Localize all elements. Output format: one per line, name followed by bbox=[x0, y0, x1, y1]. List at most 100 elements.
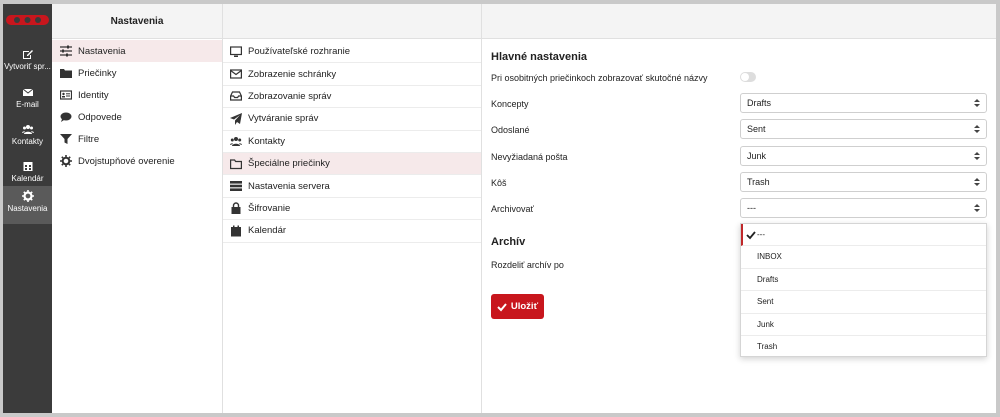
app-window: Vytvoriť spr... E-mail Kontakty Kalendár… bbox=[3, 4, 996, 413]
trash-label: Kôš bbox=[491, 178, 507, 188]
pref-special-folders[interactable]: Špeciálne priečinky bbox=[223, 152, 481, 176]
drafts-label: Koncepty bbox=[491, 99, 529, 109]
dropdown-option-inbox[interactable]: INBOX bbox=[741, 246, 986, 269]
pref-composing-messages[interactable]: Vytváranie správ bbox=[223, 108, 481, 131]
archive-dropdown-menu: --- INBOX Drafts Sent Junk Trash bbox=[740, 223, 987, 357]
id-card-icon bbox=[60, 90, 72, 100]
select-arrows-icon bbox=[974, 204, 980, 212]
select-arrows-icon bbox=[974, 99, 980, 107]
dropdown-option-junk[interactable]: Junk bbox=[741, 314, 986, 336]
drafts-select[interactable]: Drafts bbox=[740, 93, 987, 113]
junk-select[interactable]: Junk bbox=[740, 146, 987, 166]
pref-user-interface[interactable]: Používateľské rozhranie bbox=[223, 41, 481, 64]
special-folders-form: Hlavné nastavenia Pri osobitných priečin… bbox=[482, 4, 996, 413]
save-button[interactable]: Uložiť bbox=[491, 294, 544, 319]
rail-email[interactable]: E-mail bbox=[3, 82, 52, 120]
show-real-names-toggle[interactable] bbox=[740, 72, 756, 82]
dropdown-option-label: --- bbox=[757, 230, 765, 239]
save-button-label: Uložiť bbox=[510, 301, 539, 312]
dropdown-option-drafts[interactable]: Drafts bbox=[741, 269, 986, 292]
rail-contacts-label: Kontakty bbox=[11, 137, 44, 146]
rail-compose-label: Vytvoriť spr... bbox=[4, 62, 51, 71]
gear-icon bbox=[21, 190, 34, 202]
section-label: Priečinky bbox=[78, 67, 117, 79]
pref-label: Šifrovanie bbox=[248, 202, 291, 214]
dropdown-option-label: INBOX bbox=[757, 252, 782, 262]
section-label: Odpovede bbox=[78, 111, 122, 123]
section-filters[interactable]: Filtre bbox=[52, 128, 222, 150]
select-arrows-icon bbox=[974, 152, 980, 160]
preferences-list-panel: Používateľské rozhranie Zobrazenie schrá… bbox=[223, 4, 482, 413]
checkmark-icon bbox=[497, 302, 507, 311]
select-arrows-icon bbox=[974, 178, 980, 186]
envelope-icon bbox=[230, 69, 242, 79]
sent-label: Odoslané bbox=[491, 125, 530, 135]
server-icon bbox=[230, 181, 242, 192]
mail-icon bbox=[22, 88, 33, 96]
section-responses[interactable]: Odpovede bbox=[52, 106, 222, 128]
logo bbox=[6, 15, 49, 25]
calendar-icon bbox=[23, 162, 32, 171]
rail-calendar-label: Kalendár bbox=[11, 174, 44, 183]
archive-select[interactable]: --- bbox=[740, 198, 987, 218]
panel-header bbox=[223, 4, 481, 39]
section-label: Nastavenia bbox=[78, 45, 126, 57]
pref-label: Kontakty bbox=[248, 135, 285, 147]
pref-label: Vytváranie správ bbox=[248, 113, 319, 125]
paper-plane-icon bbox=[230, 112, 242, 125]
dropdown-option-trash[interactable]: Trash bbox=[741, 336, 986, 358]
archive-label: Archivovať bbox=[491, 204, 534, 214]
contacts-icon bbox=[21, 125, 34, 134]
pref-label: Zobrazovanie správ bbox=[248, 90, 332, 102]
rail-email-label: E-mail bbox=[16, 100, 39, 109]
gear-icon bbox=[60, 155, 72, 167]
split-archive-label: Rozdeliť archív po bbox=[491, 260, 564, 270]
section-main-settings-title: Hlavné nastavenia bbox=[491, 51, 587, 63]
section-preferences[interactable]: Nastavenia bbox=[52, 40, 222, 62]
form-header bbox=[482, 4, 996, 39]
panel-title: Nastavenia bbox=[52, 4, 222, 39]
show-real-names-label: Pri osobitných priečinkoch zobrazovať sk… bbox=[491, 73, 708, 83]
dropdown-option-none[interactable]: --- bbox=[741, 224, 986, 247]
sliders-icon bbox=[60, 45, 72, 57]
section-label: Filtre bbox=[78, 133, 100, 145]
filter-icon bbox=[60, 134, 72, 144]
dropdown-option-label: Drafts bbox=[757, 274, 779, 284]
section-label: Dvojstupňové overenie bbox=[78, 155, 175, 167]
dropdown-option-label: Sent bbox=[757, 297, 774, 307]
dropdown-option-sent[interactable]: Sent bbox=[741, 291, 986, 314]
archive-value: --- bbox=[747, 203, 756, 213]
section-2fa[interactable]: Dvojstupňové overenie bbox=[52, 150, 222, 172]
pref-label: Špeciálne priečinky bbox=[248, 158, 330, 170]
folder-icon bbox=[60, 69, 72, 78]
pref-displaying-messages[interactable]: Zobrazovanie správ bbox=[223, 86, 481, 109]
rail-contacts[interactable]: Kontakty bbox=[3, 119, 52, 157]
rail-settings-label: Nastavenia bbox=[7, 204, 48, 213]
monitor-icon bbox=[230, 46, 242, 57]
sent-value: Sent bbox=[747, 124, 766, 134]
section-identities[interactable]: Identity bbox=[52, 84, 222, 106]
junk-value: Junk bbox=[747, 151, 767, 161]
trash-select[interactable]: Trash bbox=[740, 172, 987, 192]
section-folders[interactable]: Priečinky bbox=[52, 62, 222, 84]
users-icon bbox=[230, 137, 242, 147]
pref-label: Nastavenia servera bbox=[248, 180, 330, 192]
section-archive-title: Archív bbox=[491, 236, 526, 248]
select-arrows-icon bbox=[974, 125, 980, 133]
pref-contacts[interactable]: Kontakty bbox=[223, 131, 481, 153]
rail-settings[interactable]: Nastavenia bbox=[3, 186, 52, 224]
pref-encryption[interactable]: Šifrovanie bbox=[223, 198, 481, 221]
pref-calendar[interactable]: Kalendár bbox=[223, 220, 481, 243]
section-label: Identity bbox=[78, 89, 109, 101]
dropdown-option-label: Trash bbox=[757, 341, 778, 351]
pref-mailbox-view[interactable]: Zobrazenie schránky bbox=[223, 63, 481, 86]
pref-server-settings[interactable]: Nastavenia servera bbox=[223, 175, 481, 198]
junk-label: Nevyžiadaná pošta bbox=[491, 152, 568, 162]
rail-compose[interactable]: Vytvoriť spr... bbox=[3, 44, 52, 82]
inbox-icon bbox=[230, 91, 242, 102]
checkmark-icon bbox=[746, 231, 756, 240]
pref-label: Používateľské rozhranie bbox=[248, 46, 351, 58]
dropdown-option-label: Junk bbox=[757, 319, 774, 329]
compose-icon bbox=[22, 50, 33, 59]
sent-select[interactable]: Sent bbox=[740, 119, 987, 139]
